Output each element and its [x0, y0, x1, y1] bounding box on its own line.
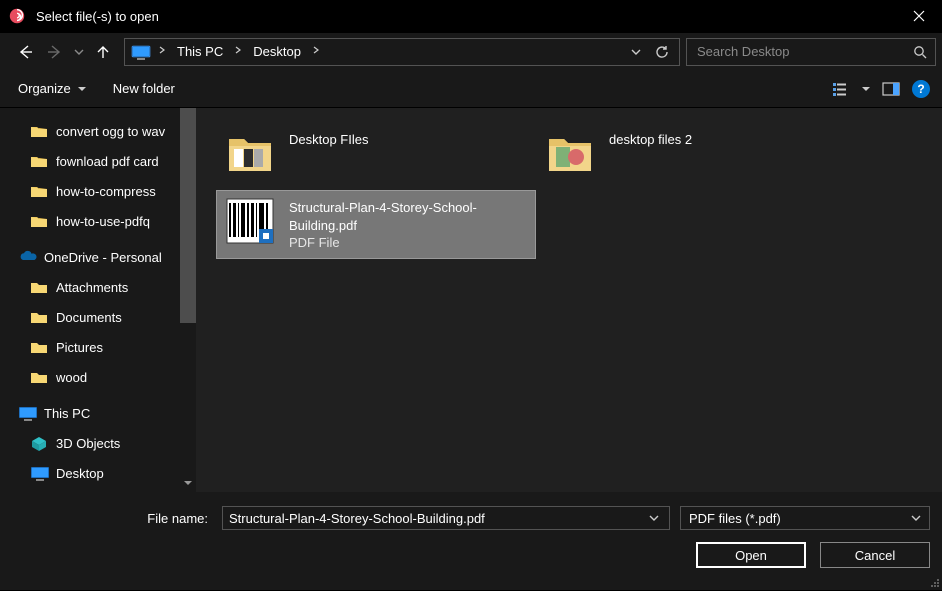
search-box[interactable] [686, 38, 936, 66]
address-dropdown[interactable] [625, 41, 647, 63]
file-item-pdf-selected[interactable]: Structural-Plan-4-Storey-School-Building… [216, 190, 536, 259]
nav-back-button[interactable] [14, 41, 36, 63]
folder-icon [30, 370, 48, 384]
open-button[interactable]: Open [696, 542, 806, 568]
help-icon: ? [912, 80, 930, 98]
breadcrumb-desktop[interactable]: Desktop [251, 44, 303, 59]
nav-up-button[interactable] [92, 41, 114, 63]
file-item-folder-2[interactable]: desktop files 2 [536, 122, 856, 184]
sidebar-item-label: Desktop [56, 466, 104, 481]
sidebar-item-quick-1[interactable]: fownload pdf card [0, 146, 196, 176]
sidebar-item-onedrive[interactable]: OneDrive - Personal [0, 242, 196, 272]
sidebar-item-label: how-to-compress [56, 184, 156, 199]
preview-pane-button[interactable] [880, 78, 902, 100]
filename-input[interactable]: Structural-Plan-4-Storey-School-Building… [222, 506, 670, 530]
sidebar-item-thispc[interactable]: This PC [0, 398, 196, 428]
sidebar-scroll-down[interactable] [180, 474, 196, 492]
file-list[interactable]: Desktop FIles desktop files 2 Structural… [196, 108, 942, 492]
folder-icon [30, 124, 48, 138]
folder-icon [225, 129, 275, 177]
sidebar-item-label: fownload pdf card [56, 154, 159, 169]
window-title: Select file(-s) to open [36, 9, 896, 24]
nav-recent-caret[interactable] [74, 47, 84, 57]
new-folder-label: New folder [113, 81, 175, 96]
file-name: Desktop FIles [289, 131, 368, 149]
cancel-label: Cancel [855, 548, 895, 563]
file-type-select[interactable]: PDF files (*.pdf) [680, 506, 930, 530]
sidebar-item-od-2[interactable]: Pictures [0, 332, 196, 362]
sidebar-item-od-1[interactable]: Documents [0, 302, 196, 332]
sidebar-item-pc-0[interactable]: 3D Objects [0, 428, 196, 458]
this-pc-icon [18, 406, 36, 420]
3d-objects-icon [30, 436, 48, 450]
organize-label: Organize [18, 81, 71, 96]
file-name: desktop files 2 [609, 131, 692, 149]
organize-button[interactable]: Organize [18, 81, 87, 96]
file-type-caret [911, 511, 921, 526]
folder-icon [30, 310, 48, 324]
chevron-right-icon [153, 46, 171, 57]
folder-icon [30, 340, 48, 354]
sidebar: convert ogg to wav fownload pdf card how… [0, 108, 196, 492]
sidebar-item-label: 3D Objects [56, 436, 120, 451]
desktop-icon [30, 466, 48, 480]
filename-label: File name: [12, 511, 212, 526]
caret-down-icon [77, 84, 87, 94]
nav-forward-button[interactable] [44, 41, 66, 63]
file-name: Structural-Plan-4-Storey-School-Building… [289, 199, 527, 234]
pdf-thumbnail-icon [225, 197, 275, 245]
sidebar-item-label: how-to-use-pdfq [56, 214, 150, 229]
file-item-folder-1[interactable]: Desktop FIles [216, 122, 536, 184]
refresh-button[interactable] [651, 41, 673, 63]
chevron-right-icon [229, 46, 247, 57]
sidebar-item-od-0[interactable]: Attachments [0, 272, 196, 302]
folder-icon [30, 214, 48, 228]
sidebar-item-quick-3[interactable]: how-to-use-pdfq [0, 206, 196, 236]
sidebar-item-label: This PC [44, 406, 90, 421]
new-folder-button[interactable]: New folder [113, 81, 175, 96]
open-label: Open [735, 548, 767, 563]
view-mode-caret[interactable] [860, 78, 872, 100]
folder-icon [30, 280, 48, 294]
sidebar-item-pc-1[interactable]: Desktop [0, 458, 196, 488]
breadcrumb-this-pc[interactable]: This PC [175, 44, 225, 59]
sidebar-item-od-3[interactable]: wood [0, 362, 196, 392]
this-pc-icon [131, 45, 149, 59]
sidebar-item-label: Attachments [56, 280, 128, 295]
filename-value: Structural-Plan-4-Storey-School-Building… [229, 511, 645, 526]
sidebar-item-label: Documents [56, 310, 122, 325]
address-bar[interactable]: This PC Desktop [124, 38, 680, 66]
sidebar-item-label: wood [56, 370, 87, 385]
search-icon[interactable] [909, 45, 931, 59]
filename-dropdown-caret[interactable] [645, 513, 663, 523]
folder-icon [30, 154, 48, 168]
file-type-value: PDF files (*.pdf) [689, 511, 911, 526]
app-icon [8, 7, 26, 25]
onedrive-icon [18, 250, 36, 264]
search-input[interactable] [697, 44, 909, 59]
cancel-button[interactable]: Cancel [820, 542, 930, 568]
sidebar-item-label: convert ogg to wav [56, 124, 165, 139]
resize-grip[interactable] [928, 576, 940, 588]
file-type-label: PDF File [289, 234, 527, 252]
help-button[interactable]: ? [910, 78, 932, 100]
sidebar-item-quick-2[interactable]: how-to-compress [0, 176, 196, 206]
sidebar-item-label: OneDrive - Personal [44, 250, 162, 265]
close-button[interactable] [896, 0, 942, 32]
sidebar-item-label: Pictures [56, 340, 103, 355]
view-mode-button[interactable] [830, 78, 852, 100]
sidebar-scrollbar-thumb[interactable] [180, 108, 196, 323]
sidebar-item-quick-0[interactable]: convert ogg to wav [0, 116, 196, 146]
folder-icon [30, 184, 48, 198]
chevron-right-icon [307, 46, 325, 57]
folder-icon [545, 129, 595, 177]
